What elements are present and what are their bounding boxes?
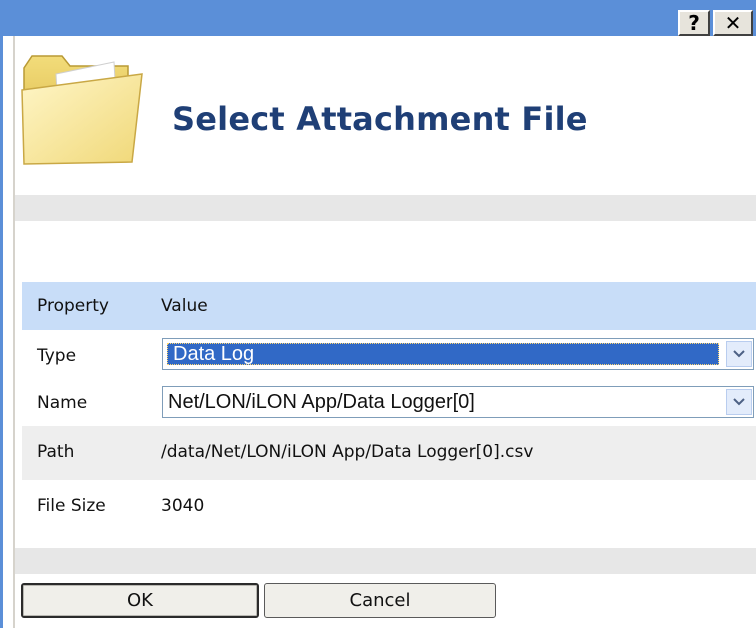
path-value: /data/Net/LON/iLON App/Data Logger[0].cs…: [161, 442, 534, 462]
help-button[interactable]: ?: [678, 10, 710, 36]
chevron-down-icon[interactable]: [726, 389, 752, 415]
table-row-path: Path /data/Net/LON/iLON App/Data Logger[…: [22, 426, 756, 480]
type-select[interactable]: Data Log: [162, 338, 754, 370]
title-bar: ? ✕: [0, 0, 756, 36]
type-label: Type: [37, 346, 77, 366]
close-button[interactable]: ✕: [713, 10, 753, 36]
close-icon: ✕: [724, 11, 742, 35]
folder-icon: [21, 55, 143, 165]
path-label: Path: [37, 442, 75, 462]
name-label: Name: [37, 393, 88, 413]
file-size-label: File Size: [37, 496, 106, 516]
help-icon: ?: [688, 11, 700, 35]
table-row-file-size: File Size 3040: [22, 482, 756, 532]
table-header-row: Property Value: [22, 282, 756, 330]
ok-button[interactable]: OK: [21, 583, 259, 618]
value-column-header: Value: [161, 296, 208, 316]
dialog-title: Select Attachment File: [172, 100, 588, 138]
name-select-value: Net/LON/iLON App/Data Logger[0]: [168, 390, 475, 413]
divider-band-top: [15, 195, 756, 221]
divider-band-bottom: [15, 548, 756, 574]
chevron-down-icon[interactable]: [726, 341, 752, 367]
window-frame-inner: [13, 36, 15, 628]
file-size-value: 3040: [161, 496, 205, 516]
name-select[interactable]: Net/LON/iLON App/Data Logger[0]: [162, 386, 754, 418]
cancel-button[interactable]: Cancel: [264, 583, 496, 618]
property-column-header: Property: [37, 296, 109, 316]
type-select-value: Data Log: [167, 343, 719, 365]
table-row-type: Type Data Log: [22, 333, 756, 377]
window-frame-left: [0, 36, 3, 628]
table-row-name: Name Net/LON/iLON App/Data Logger[0]: [22, 380, 756, 426]
